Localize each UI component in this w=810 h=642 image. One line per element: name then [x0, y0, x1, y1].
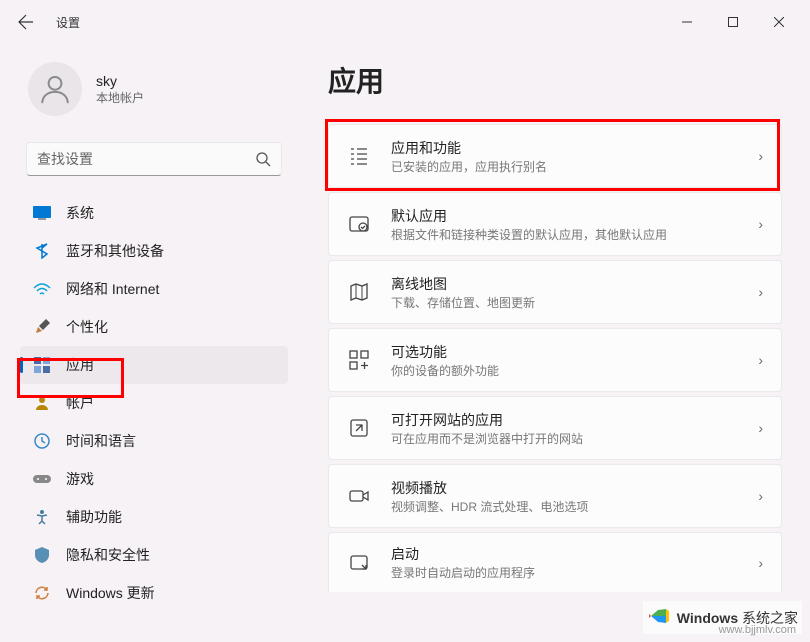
card-list: 应用和功能 已安装的应用，应用执行别名 › 默认应用 根据文件和链接种类设置的默…	[328, 124, 782, 592]
maximize-button[interactable]	[710, 6, 756, 38]
person-icon	[38, 72, 72, 106]
card-video-playback[interactable]: 视频播放 视频调整、HDR 流式处理、电池选项 ›	[328, 464, 782, 528]
card-apps-features[interactable]: 应用和功能 已安装的应用，应用执行别名 ›	[328, 124, 782, 188]
nav-privacy[interactable]: 隐私和安全性	[20, 536, 288, 574]
sidebar: sky 本地帐户 系统 蓝牙和其他设备 网络和 Internet 个	[0, 44, 300, 612]
card-title: 离线地图	[391, 274, 758, 294]
time-icon	[32, 431, 52, 451]
card-subtitle: 下载、存储位置、地图更新	[391, 294, 758, 311]
personalize-icon	[32, 317, 52, 337]
nav-label: 系统	[66, 203, 94, 223]
search-icon	[255, 151, 271, 167]
card-title: 视频播放	[391, 478, 758, 498]
card-title: 可打开网站的应用	[391, 410, 758, 430]
search-box[interactable]	[26, 142, 282, 176]
card-subtitle: 你的设备的额外功能	[391, 362, 758, 379]
card-subtitle: 根据文件和链接种类设置的默认应用，其他默认应用	[391, 226, 758, 243]
system-icon	[32, 203, 52, 223]
card-apps-for-websites[interactable]: 可打开网站的应用 可在应用而不是浏览器中打开的网站 ›	[328, 396, 782, 460]
maximize-icon	[728, 17, 738, 27]
privacy-icon	[32, 545, 52, 565]
back-arrow-icon	[18, 14, 34, 30]
nav-bluetooth[interactable]: 蓝牙和其他设备	[20, 232, 288, 270]
card-offline-maps[interactable]: 离线地图 下载、存储位置、地图更新 ›	[328, 260, 782, 324]
card-default-apps[interactable]: 默认应用 根据文件和链接种类设置的默认应用，其他默认应用 ›	[328, 192, 782, 256]
watermark-url: www.bjjmlv.com	[719, 624, 796, 636]
card-subtitle: 登录时自动启动的应用程序	[391, 564, 758, 581]
card-title: 可选功能	[391, 342, 758, 362]
nav-label: 辅助功能	[66, 507, 122, 527]
search-input[interactable]	[37, 151, 255, 167]
card-title: 启动	[391, 544, 758, 564]
network-icon	[32, 279, 52, 299]
card-optional-features[interactable]: 可选功能 你的设备的额外功能 ›	[328, 328, 782, 392]
nav-label: 网络和 Internet	[66, 279, 159, 299]
apps-features-icon	[347, 144, 371, 168]
windows-logo-icon	[647, 603, 673, 632]
chevron-right-icon: ›	[758, 216, 763, 232]
chevron-right-icon: ›	[758, 148, 763, 164]
video-icon	[347, 484, 371, 508]
nav-list: 系统 蓝牙和其他设备 网络和 Internet 个性化 应用 帐户	[20, 194, 288, 612]
nav-label: 游戏	[66, 469, 94, 489]
nav-label: 隐私和安全性	[66, 545, 150, 565]
close-button[interactable]	[756, 6, 802, 38]
nav-update[interactable]: Windows 更新	[20, 574, 288, 612]
card-title: 应用和功能	[391, 138, 758, 158]
minimize-button[interactable]	[664, 6, 710, 38]
page-title: 应用	[328, 60, 782, 100]
nav-accounts[interactable]: 帐户	[20, 384, 288, 422]
nav-label: Windows 更新	[66, 583, 155, 603]
watermark: Windows 系统之家 www.bjjmlv.com	[643, 601, 802, 634]
update-icon	[32, 583, 52, 603]
window-controls	[664, 6, 802, 38]
nav-time[interactable]: 时间和语言	[20, 422, 288, 460]
offline-maps-icon	[347, 280, 371, 304]
minimize-icon	[682, 17, 692, 27]
apps-icon	[32, 355, 52, 375]
accessibility-icon	[32, 507, 52, 527]
nav-system[interactable]: 系统	[20, 194, 288, 232]
user-name: sky	[96, 73, 144, 89]
nav-apps[interactable]: 应用	[20, 346, 288, 384]
card-subtitle: 可在应用而不是浏览器中打开的网站	[391, 430, 758, 447]
startup-icon	[347, 551, 371, 575]
nav-label: 时间和语言	[66, 431, 136, 451]
nav-accessibility[interactable]: 辅助功能	[20, 498, 288, 536]
nav-label: 蓝牙和其他设备	[66, 241, 164, 261]
bluetooth-icon	[32, 241, 52, 261]
nav-label: 帐户	[66, 393, 94, 413]
chevron-right-icon: ›	[758, 420, 763, 436]
chevron-right-icon: ›	[758, 555, 763, 571]
back-button[interactable]	[8, 4, 44, 40]
card-startup[interactable]: 启动 登录时自动启动的应用程序 ›	[328, 532, 782, 592]
chevron-right-icon: ›	[758, 352, 763, 368]
chevron-right-icon: ›	[758, 488, 763, 504]
accounts-icon	[32, 393, 52, 413]
nav-gaming[interactable]: 游戏	[20, 460, 288, 498]
main-content: 应用 应用和功能 已安装的应用，应用执行别名 › 默认应用 根据文件和链接种类设…	[300, 44, 810, 612]
default-apps-icon	[347, 212, 371, 236]
avatar	[28, 62, 82, 116]
nav-label: 个性化	[66, 317, 108, 337]
nav-label: 应用	[66, 355, 94, 375]
card-subtitle: 已安装的应用，应用执行别名	[391, 158, 758, 175]
gaming-icon	[32, 469, 52, 489]
nav-personalize[interactable]: 个性化	[20, 308, 288, 346]
user-subtitle: 本地帐户	[96, 89, 144, 106]
close-icon	[774, 17, 784, 27]
window-title: 设置	[56, 14, 80, 31]
card-subtitle: 视频调整、HDR 流式处理、电池选项	[391, 498, 758, 515]
titlebar: 设置	[0, 0, 810, 44]
user-block[interactable]: sky 本地帐户	[20, 52, 288, 136]
websites-icon	[347, 416, 371, 440]
card-title: 默认应用	[391, 206, 758, 226]
chevron-right-icon: ›	[758, 284, 763, 300]
optional-features-icon	[347, 348, 371, 372]
nav-network[interactable]: 网络和 Internet	[20, 270, 288, 308]
